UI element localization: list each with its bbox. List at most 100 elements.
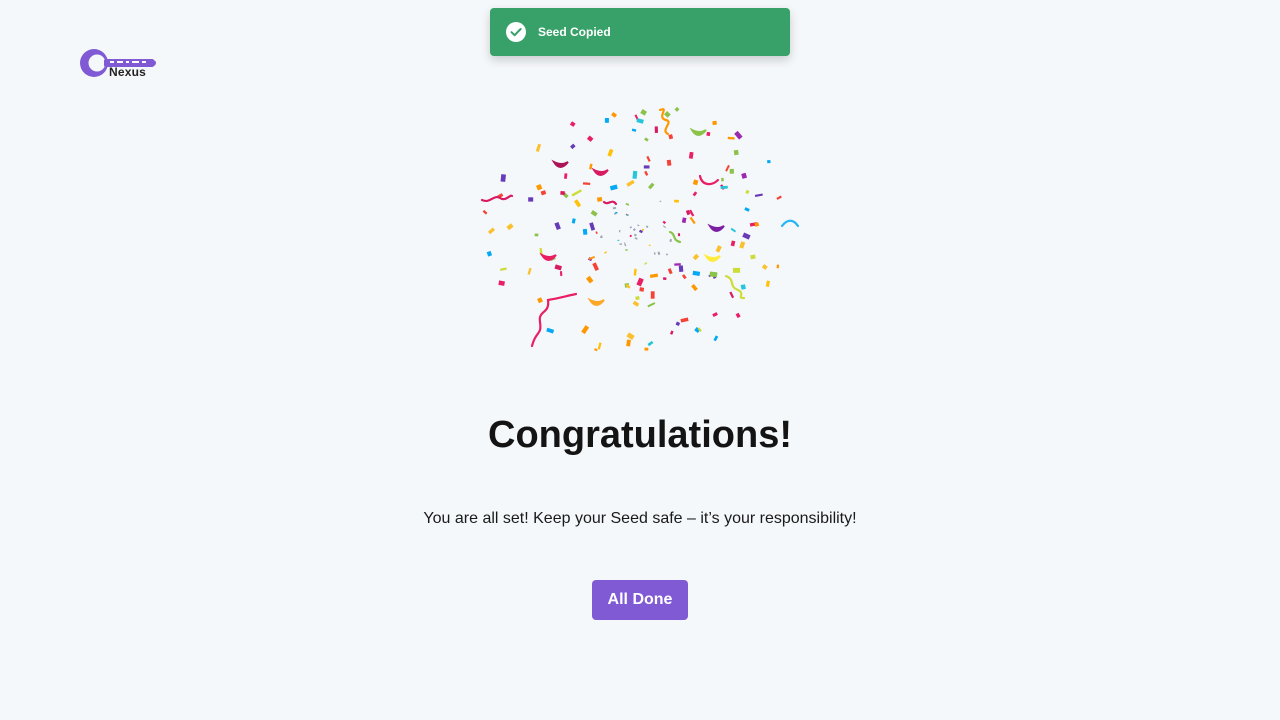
brand-name: Nexus (109, 65, 147, 79)
confetti-piece (678, 265, 684, 272)
confetti-piece (615, 211, 618, 214)
confetti-piece (692, 253, 700, 261)
confetti-piece (667, 268, 673, 275)
confetti-piece (729, 291, 735, 299)
confetti-piece (499, 267, 507, 271)
confetti-piece (540, 190, 547, 196)
confetti-piece (632, 300, 640, 307)
confetti-piece (639, 287, 645, 292)
confetti-piece (590, 210, 598, 217)
confetti-piece (692, 191, 698, 197)
confetti-piece (688, 151, 694, 159)
confetti-piece (498, 280, 505, 286)
confetti-piece (691, 283, 698, 292)
instruction-text: You are all set! Keep your Seed safe – i… (423, 510, 857, 527)
confetti-piece (569, 121, 576, 127)
confetti-piece (633, 233, 637, 237)
confetti-piece (677, 233, 681, 237)
confetti-piece (733, 149, 739, 156)
confetti-piece (644, 170, 649, 176)
confetti-piece (644, 137, 649, 142)
confetti-piece (669, 238, 673, 243)
confetti-piece (653, 252, 656, 255)
confetti-piece (734, 130, 743, 140)
confetti-piece (629, 234, 632, 238)
confetti-illustration (480, 106, 800, 352)
confetti-piece (625, 202, 630, 206)
confetti-piece (713, 335, 719, 342)
confetti-piece (740, 284, 746, 290)
confetti-piece (649, 273, 659, 278)
confetti-piece (592, 262, 599, 271)
confetti-piece (662, 220, 667, 225)
confetti-piece (534, 233, 539, 237)
confetti-piece (596, 196, 603, 202)
confetti-piece (681, 217, 687, 224)
confetti-piece (750, 254, 756, 260)
confetti-piece (564, 173, 568, 179)
confetti-piece (668, 134, 674, 140)
confetti-piece (559, 271, 563, 276)
confetti-piece (712, 312, 718, 318)
confetti-piece (626, 179, 635, 187)
confetti-piece (643, 165, 650, 169)
confetti-piece (665, 253, 669, 256)
confetti-piece (537, 297, 543, 304)
nexus-logo[interactable]: Nexus (80, 46, 160, 82)
confetti-piece (636, 118, 644, 124)
confetti-piece (641, 228, 645, 231)
confetti-piece (675, 321, 681, 327)
confetti-piece (551, 159, 569, 168)
confetti-piece (482, 209, 488, 215)
confetti-piece (632, 170, 638, 179)
confetti-piece (765, 280, 771, 287)
confetti-piece (720, 185, 728, 190)
confetti-piece (640, 109, 648, 116)
confetti-piece (573, 199, 582, 208)
confetti-piece (648, 182, 655, 190)
confetti-piece (712, 120, 717, 126)
confetti-streamer (480, 194, 514, 202)
confetti-piece (571, 218, 576, 224)
confetti-piece (612, 207, 617, 210)
confetti-piece (689, 216, 696, 225)
toast-notification[interactable]: Seed Copied (490, 8, 790, 56)
confetti-piece (487, 227, 495, 235)
confetti-piece (635, 295, 640, 301)
confetti-piece (644, 347, 649, 351)
confetti-piece (629, 226, 633, 229)
confetti-piece (662, 277, 667, 281)
confetti-piece (617, 239, 620, 242)
confetti-piece (636, 277, 644, 287)
confetti-piece (721, 177, 724, 182)
confetti-piece (657, 251, 661, 256)
confetti-piece (659, 200, 662, 203)
confetti-piece (707, 223, 725, 232)
confetti-piece (744, 207, 750, 212)
confetti-piece (607, 148, 614, 157)
confetti-piece (674, 106, 680, 112)
confetti-piece (741, 172, 747, 179)
confetti-piece (594, 348, 598, 352)
all-done-button[interactable]: All Done (592, 580, 688, 620)
confetti-piece (709, 271, 718, 278)
confetti-piece (674, 263, 681, 266)
confetti-piece (604, 251, 608, 254)
confetti-piece (631, 128, 637, 132)
confetti-piece (725, 164, 730, 172)
confetti-piece (680, 317, 689, 323)
confetti-piece (648, 244, 651, 246)
confetti-piece (626, 332, 635, 340)
confetti-piece (626, 339, 631, 347)
confetti-piece (729, 168, 734, 174)
confetti-piece (500, 174, 506, 182)
confetti-piece (666, 159, 672, 166)
confetti-piece (554, 264, 562, 271)
confetti-piece (644, 262, 648, 265)
confetti-piece (589, 222, 596, 231)
confetti-piece (767, 160, 771, 164)
confetti-piece (735, 312, 741, 319)
confetti-piece (730, 227, 737, 233)
confetti-piece (582, 228, 588, 235)
confetti-piece (761, 264, 768, 270)
